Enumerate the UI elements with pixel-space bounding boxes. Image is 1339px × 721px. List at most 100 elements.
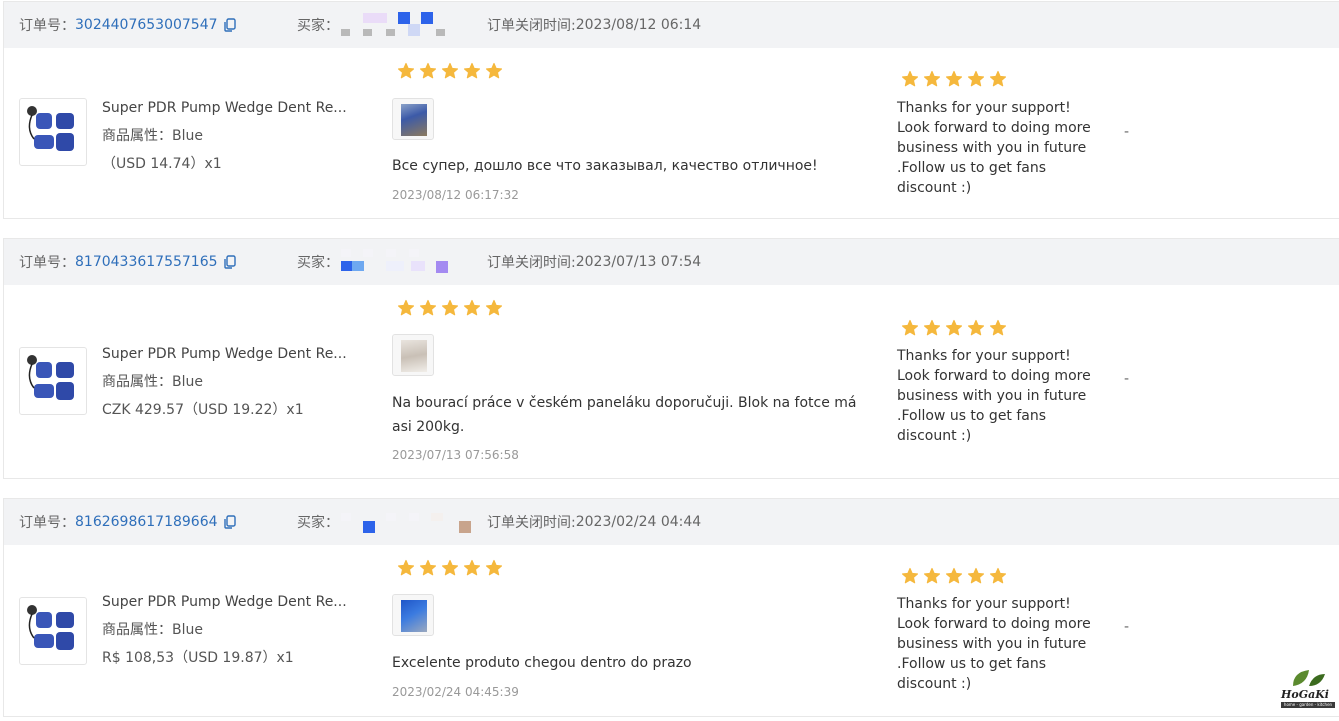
seller-reply: Thanks for your support! Look forward to… — [897, 596, 1091, 692]
review-photo[interactable] — [392, 594, 434, 636]
product-attribute: 商品属性：Blue — [102, 368, 347, 396]
order-number-link[interactable]: 3024407653007547 — [75, 17, 218, 33]
order-card: 订单号： 8162698617189664 买家： 订单关闭时间: 2023/0… — [3, 498, 1339, 717]
star-icon — [923, 70, 941, 87]
buyer-name-mosaic — [341, 507, 471, 537]
star-icon — [397, 299, 415, 316]
seller-reply: Thanks for your support! Look forward to… — [897, 100, 1091, 196]
review-time: 2023/02/24 04:45:39 — [392, 685, 519, 699]
product-info: Super PDR Pump Wedge Dent Re... 商品属性：Blu… — [102, 588, 347, 672]
order-header: 订单号： 3024407653007547 买家： 订单关闭时间: 2023/0… — [4, 2, 1339, 48]
product-title[interactable]: Super PDR Pump Wedge Dent Re... — [102, 588, 347, 616]
seller-rating — [901, 567, 1007, 585]
star-icon — [463, 559, 481, 576]
star-icon — [463, 299, 481, 316]
review-photo[interactable] — [392, 98, 434, 140]
star-icon — [419, 559, 437, 576]
star-icon — [967, 70, 985, 87]
logo-brand: HoGaKi — [1281, 688, 1329, 701]
copy-icon[interactable] — [223, 18, 237, 32]
order-number-label: 订单号： — [19, 255, 75, 271]
product-info: Super PDR Pump Wedge Dent Re... 商品属性：Blu… — [102, 94, 347, 178]
close-time: 订单关闭时间: 2023/02/24 04:44 — [487, 499, 701, 545]
leaf-icon — [1293, 670, 1325, 686]
close-time-label: 订单关闭时间: — [487, 18, 576, 34]
product-attribute: 商品属性：Blue — [102, 122, 347, 150]
order-number-label: 订单号： — [19, 18, 75, 34]
close-time-label: 订单关闭时间: — [487, 515, 576, 531]
product-title[interactable]: Super PDR Pump Wedge Dent Re... — [102, 94, 347, 122]
buyer-name-mosaic — [341, 10, 449, 40]
seller-rating — [901, 319, 1007, 337]
review-text: Na bourací práce v českém paneláku dopor… — [392, 395, 857, 435]
close-time-value: 2023/08/12 06:14 — [575, 17, 702, 33]
order-number: 订单号： 8170433617557165 — [19, 239, 237, 285]
star-icon — [463, 62, 481, 79]
star-icon — [945, 319, 963, 336]
order-body: Super PDR Pump Wedge Dent Re... 商品属性：Blu… — [4, 545, 1339, 716]
order-number: 订单号： 3024407653007547 — [19, 2, 237, 48]
attr-label: 商品属性： — [102, 128, 172, 144]
star-icon — [923, 567, 941, 584]
buyer: 买家： — [297, 239, 449, 285]
product-title[interactable]: Super PDR Pump Wedge Dent Re... — [102, 340, 347, 368]
star-icon — [441, 299, 459, 316]
review-photo[interactable] — [392, 334, 434, 376]
attr-value: Blue — [172, 374, 203, 390]
review-text: Excelente produto chegou dentro do prazo — [392, 655, 692, 671]
review-rating — [397, 299, 503, 317]
star-icon — [397, 62, 415, 79]
product-info: Super PDR Pump Wedge Dent Re... 商品属性：Blu… — [102, 340, 347, 424]
order-card: 订单号： 3024407653007547 买家： 订单关闭时间: 2023/0… — [3, 1, 1339, 219]
attr-label: 商品属性： — [102, 374, 172, 390]
star-icon — [901, 567, 919, 584]
buyer: 买家： — [297, 2, 449, 48]
order-number-link[interactable]: 8162698617189664 — [75, 514, 218, 530]
product-thumbnail[interactable] — [19, 597, 87, 665]
review-time: 2023/07/13 07:56:58 — [392, 448, 519, 462]
order-number-link[interactable]: 8170433617557165 — [75, 254, 218, 270]
review-rating — [397, 62, 503, 80]
star-icon — [967, 319, 985, 336]
star-icon — [485, 299, 503, 316]
star-icon — [989, 70, 1007, 87]
attr-value: Blue — [172, 128, 203, 144]
product-thumbnail[interactable] — [19, 347, 87, 415]
attr-label: 商品属性： — [102, 622, 172, 638]
action-placeholder: - — [1124, 619, 1130, 635]
star-icon — [441, 62, 459, 79]
order-number: 订单号： 8162698617189664 — [19, 499, 237, 545]
attr-value: Blue — [172, 622, 203, 638]
close-time-value: 2023/07/13 07:54 — [575, 254, 702, 270]
buyer: 买家： — [297, 499, 471, 545]
review-text: Все супер, дошло все что заказывал, каче… — [392, 158, 818, 174]
product-thumbnail[interactable] — [19, 98, 87, 166]
order-body: Super PDR Pump Wedge Dent Re... 商品属性：Blu… — [4, 48, 1339, 218]
product-attribute: 商品属性：Blue — [102, 616, 347, 644]
copy-icon[interactable] — [223, 255, 237, 269]
star-icon — [945, 567, 963, 584]
close-time: 订单关闭时间: 2023/07/13 07:54 — [487, 239, 701, 285]
star-icon — [901, 319, 919, 336]
order-card: 订单号： 8170433617557165 买家： 订单关闭时间: 2023/0… — [3, 238, 1339, 479]
seller-reply: Thanks for your support! Look forward to… — [897, 348, 1091, 444]
logo-tagline: home - garden - kitchen — [1281, 702, 1335, 708]
action-placeholder: - — [1124, 124, 1130, 140]
buyer-name-mosaic — [341, 247, 449, 277]
buyer-label: 买家： — [297, 255, 339, 271]
star-icon — [441, 559, 459, 576]
star-icon — [397, 559, 415, 576]
product-price: CZK 429.57（USD 19.22）x1 — [102, 402, 304, 418]
star-icon — [989, 567, 1007, 584]
star-icon — [923, 319, 941, 336]
order-header: 订单号： 8170433617557165 买家： 订单关闭时间: 2023/0… — [4, 239, 1339, 285]
order-header: 订单号： 8162698617189664 买家： 订单关闭时间: 2023/0… — [4, 499, 1339, 545]
review-time: 2023/08/12 06:17:32 — [392, 188, 519, 202]
star-icon — [419, 62, 437, 79]
star-icon — [967, 567, 985, 584]
copy-icon[interactable] — [223, 515, 237, 529]
product-price: （USD 14.74）x1 — [102, 156, 222, 172]
close-time-value: 2023/02/24 04:44 — [575, 514, 702, 530]
star-icon — [485, 559, 503, 576]
order-number-label: 订单号： — [19, 515, 75, 531]
